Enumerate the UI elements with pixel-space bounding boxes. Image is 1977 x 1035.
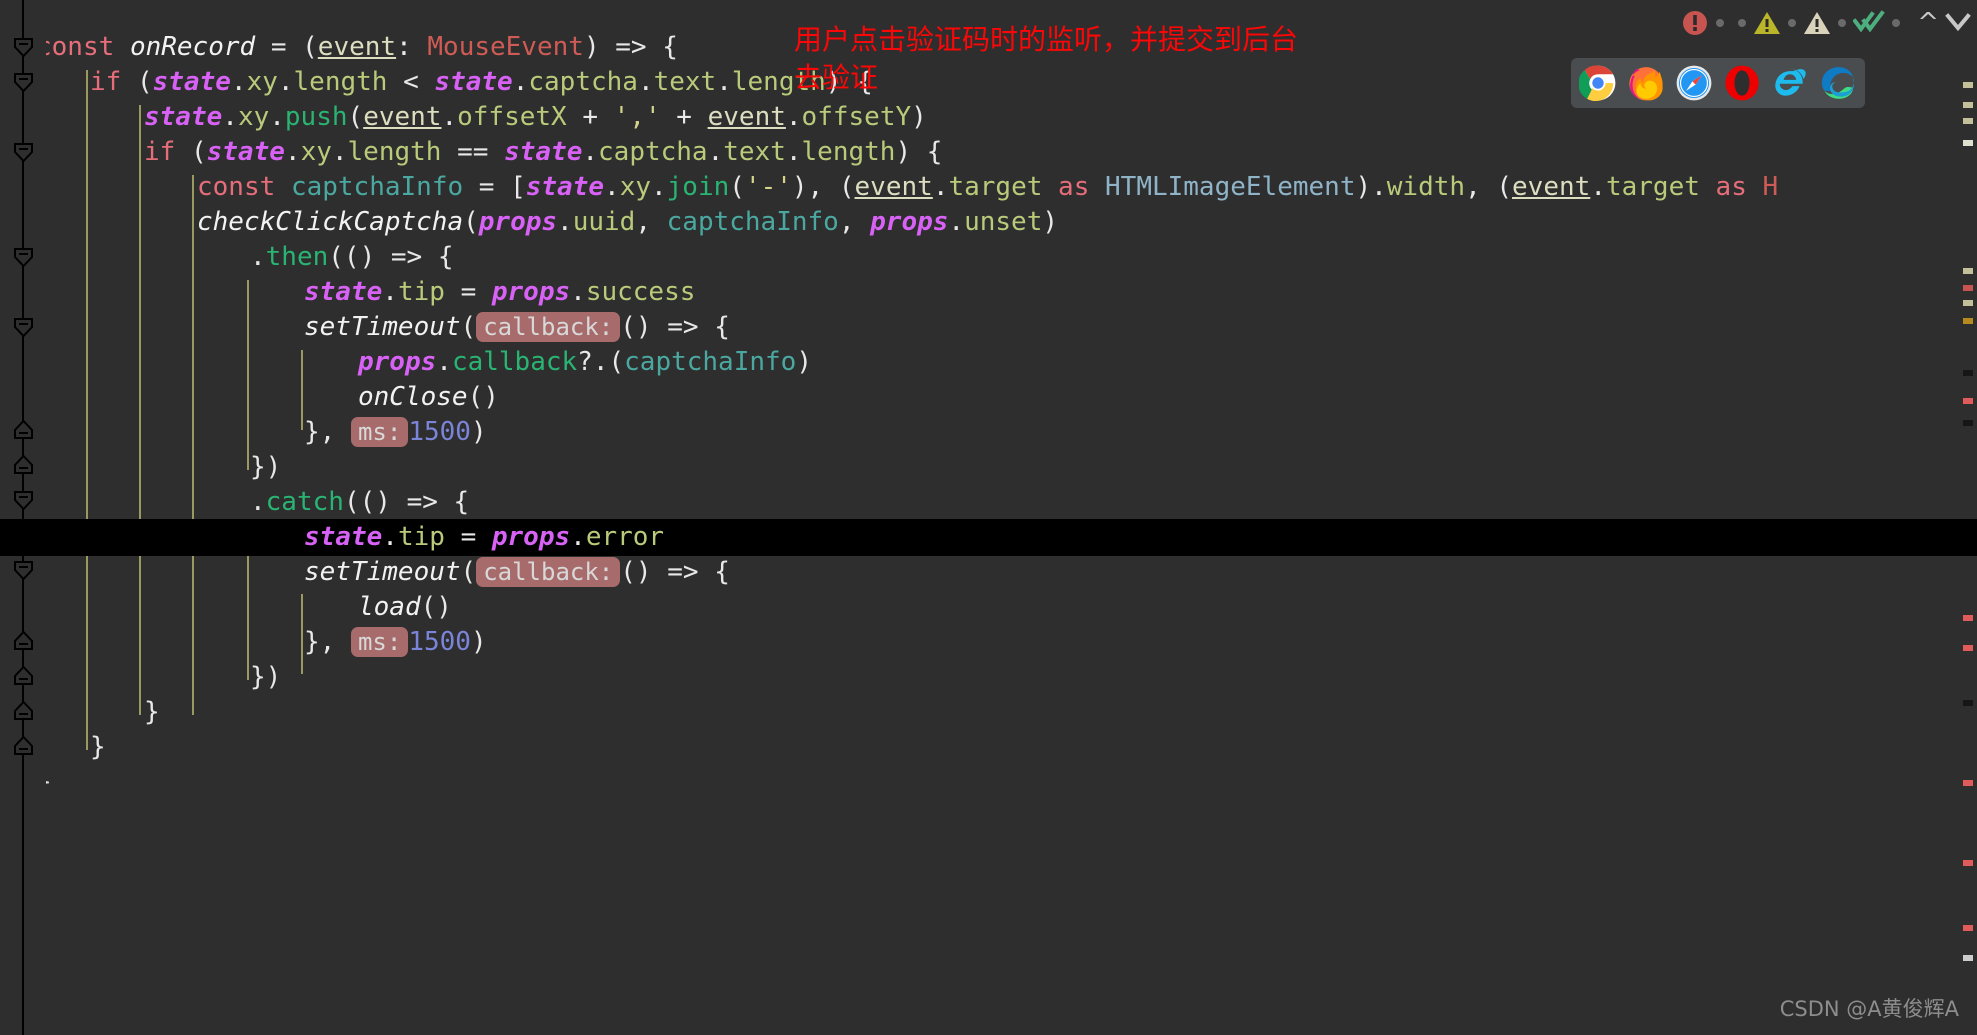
code-line[interactable]: if (state.xy.length == state.captcha.tex… [0,135,1955,170]
marker[interactable] [1963,700,1973,706]
marker[interactable] [1963,318,1973,324]
separator-dot [1738,19,1747,27]
fold-end-icon[interactable] [13,631,34,650]
code-line[interactable]: checkClickCaptcha(props.uuid, captchaInf… [0,205,1955,240]
current-line-highlight-marker [1955,519,1977,556]
inlay-hint-ms: ms: [350,417,409,447]
marker[interactable] [1963,925,1973,931]
internet-explorer-icon[interactable] [1771,64,1809,102]
fold-end-icon[interactable] [13,736,34,755]
code-line[interactable]: } [0,765,1955,800]
annotation-line-1: 用户点击验证码时的监听，并提交到后台 [794,23,1299,56]
code-line[interactable]: onClose() [0,380,1955,415]
error-count-item[interactable] [1681,9,1709,37]
fold-collapse-icon[interactable] [13,143,34,162]
code-line[interactable]: .catch(() => { [0,485,1955,520]
fold-collapse-icon[interactable] [13,73,34,92]
fold-collapse-icon[interactable] [13,561,34,580]
marker[interactable] [1963,268,1973,274]
edge-icon[interactable] [1819,64,1857,102]
firefox-icon[interactable] [1627,64,1665,102]
inspections-ok-icon [1853,10,1886,33]
code-line[interactable]: const captchaInfo = [state.xy.join('-'),… [0,170,1955,205]
code-line[interactable]: props.callback?.(captchaInfo) [0,345,1955,380]
inlay-hint-callback-2: callback: [476,557,621,587]
marker[interactable] [1963,102,1973,108]
current-line-highlight-gutter [0,519,46,556]
code-line[interactable]: state.tip = props.error [0,520,1955,555]
separator-dot [1788,19,1797,27]
marker[interactable] [1963,285,1973,291]
marker[interactable] [1963,780,1973,786]
code-line[interactable]: } [0,730,1955,765]
fold-collapse-icon[interactable] [13,248,34,267]
code-line[interactable]: setTimeout(callback:() => { [0,310,1955,345]
fold-end-icon[interactable] [13,666,34,685]
code-line[interactable]: }, ms: 1500) [0,415,1955,450]
number-literal: 1500 [408,627,471,657]
marker[interactable] [1963,118,1973,124]
editor-gutter[interactable] [0,0,46,1035]
warning-icon [1754,12,1781,34]
inlay-hint-ms-2: ms: [350,627,409,657]
weak-warning-icon [1804,12,1831,34]
annotation-line-2: 去验证 [794,61,879,94]
marker[interactable] [1963,615,1973,621]
code-content[interactable]: const onRecord = (event: MouseEvent) => … [0,0,1955,1035]
code-line[interactable]: } [0,695,1955,730]
marker-scrollbar[interactable] [1955,0,1977,1035]
chevron-up-icon[interactable]: ^ [1907,6,1949,41]
fold-end-icon[interactable] [13,455,34,474]
code-line[interactable]: }, ms: 1500) [0,625,1955,660]
marker[interactable] [1963,860,1973,866]
fold-end-icon[interactable] [13,420,34,439]
code-line[interactable]: state.tip = props.success [0,275,1955,310]
error-icon [1683,11,1708,35]
marker[interactable] [1963,955,1973,961]
opera-icon[interactable] [1723,64,1761,102]
code-line[interactable]: }) [0,450,1955,485]
warning-count-item[interactable] [1753,10,1781,36]
weak-warning-count-item[interactable] [1803,10,1831,36]
fold-collapse-icon[interactable] [13,318,34,337]
code-line[interactable]: .then(() => { [0,240,1955,275]
code-line[interactable]: setTimeout(callback:() => { [0,555,1955,590]
inspections-ok-item[interactable] [1853,10,1886,36]
marker[interactable] [1963,645,1973,651]
safari-icon[interactable] [1675,64,1713,102]
inlay-hint-callback: callback: [476,312,621,342]
fold-end-icon[interactable] [13,701,34,720]
fold-collapse-icon[interactable] [13,491,34,510]
marker[interactable] [1963,420,1973,426]
chrome-icon[interactable] [1579,64,1617,102]
separator-dot [1838,19,1847,27]
separator-dot [1892,19,1901,27]
marker[interactable] [1963,300,1973,306]
marker[interactable] [1963,82,1973,88]
marker[interactable] [1963,370,1973,376]
watermark: CSDN @A黄俊辉A [1779,997,1959,1021]
marker[interactable] [1963,140,1973,146]
number-literal: 1500 [408,417,471,447]
separator-dot [1716,19,1725,27]
marker[interactable] [1963,398,1973,404]
code-line[interactable]: load() [0,590,1955,625]
fold-collapse-icon[interactable] [13,38,34,57]
code-editor[interactable]: const onRecord = (event: MouseEvent) => … [0,0,1977,1035]
chevron-down-icon-2 [1945,13,1971,32]
code-line[interactable]: }) [0,660,1955,695]
browser-launcher-bar[interactable] [1571,58,1865,108]
inspection-widget[interactable]: ^ v [1681,6,1949,40]
